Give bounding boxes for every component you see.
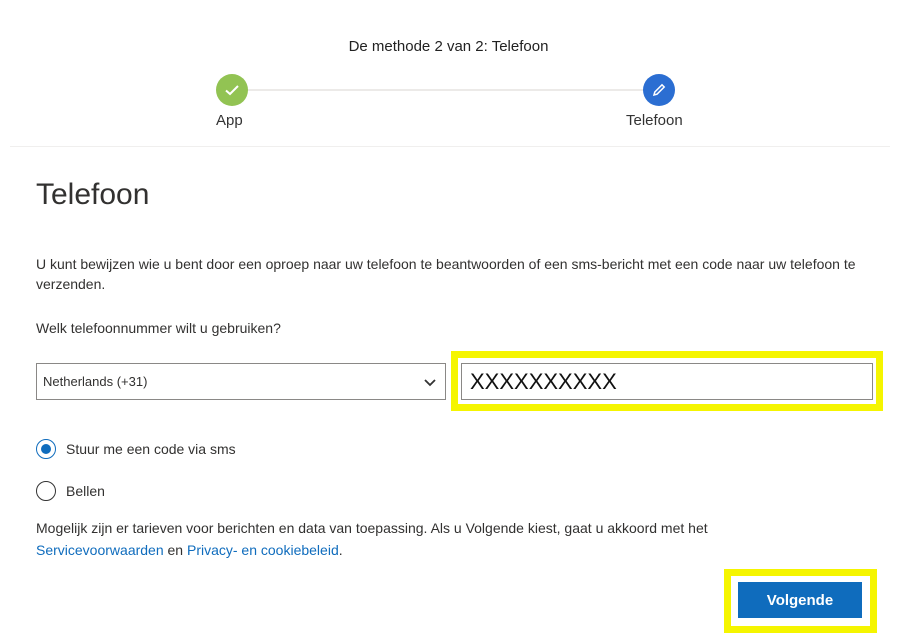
progress-indicator: App Telefoon — [0, 72, 897, 132]
chevron-down-icon — [424, 379, 436, 387]
radio-label-call: Bellen — [66, 483, 105, 499]
header-divider — [10, 146, 890, 147]
phone-number-input[interactable] — [461, 363, 873, 400]
page-title: Telefoon — [36, 178, 150, 211]
radio-button-call[interactable] — [36, 481, 56, 501]
terms-conjunction: en — [167, 542, 184, 558]
country-code-select[interactable]: Netherlands (+31) — [36, 363, 446, 400]
next-button[interactable]: Volgende — [738, 582, 862, 618]
step-telefoon-circle — [643, 74, 675, 106]
step-app-label: App — [216, 112, 243, 129]
terms-body: Mogelijk zijn er tarieven voor berichten… — [36, 520, 708, 536]
phone-question-label: Welk telefoonnummer wilt u gebruiken? — [36, 320, 281, 336]
terms-end: . — [338, 542, 343, 558]
radio-button-sms[interactable] — [36, 439, 56, 459]
method-progress-title: De methode 2 van 2: Telefoon — [348, 38, 549, 55]
privacy-cookie-link[interactable]: Privacy- en cookiebeleid — [187, 542, 339, 558]
radio-label-sms: Stuur me een code via sms — [66, 441, 236, 457]
checkmark-icon — [225, 85, 239, 96]
radio-option-sms[interactable]: Stuur me een code via sms — [36, 439, 236, 459]
step-telefoon-label: Telefoon — [626, 112, 683, 129]
pencil-icon — [652, 83, 666, 97]
country-code-value: Netherlands (+31) — [43, 374, 148, 389]
step-app-circle — [216, 74, 248, 106]
terms-text: Mogelijk zijn er tarieven voor berichten… — [36, 517, 876, 561]
description-text: U kunt bewijzen wie u bent door een opro… — [36, 256, 856, 292]
radio-option-call[interactable]: Bellen — [36, 481, 105, 501]
progress-line — [232, 89, 660, 91]
terms-of-service-link[interactable]: Servicevoorwaarden — [36, 542, 164, 558]
